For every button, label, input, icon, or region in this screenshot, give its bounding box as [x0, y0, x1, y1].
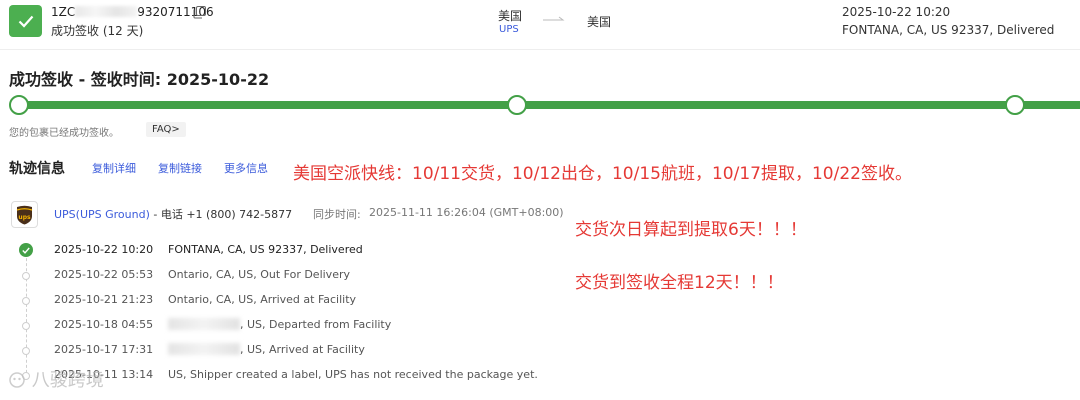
event-description: US, Shipper created a label, UPS has not…	[168, 368, 538, 381]
check-icon	[18, 15, 33, 28]
event-time: 2025-10-22 05:53	[54, 268, 154, 281]
progress-step-2	[507, 95, 527, 115]
tracking-number-prefix: 1ZC	[51, 5, 76, 19]
tracking-section-title: 轨迹信息	[9, 161, 65, 177]
latest-event-time: 2025-10-22 10:20	[842, 5, 951, 19]
small-check-icon	[22, 247, 30, 254]
destination-country: 美国	[587, 15, 612, 29]
event-description: FONTANA, CA, US 92337, Delivered	[168, 243, 363, 256]
progress-step-1	[9, 95, 29, 115]
event-description: , US, Arrived at Facility	[240, 343, 365, 356]
watermark: 八骏跨境	[8, 366, 104, 392]
sync-time-value: 2025-11-11 16:26:04 (GMT+08:00)	[369, 206, 564, 219]
event-time: 2025-10-18 04:55	[54, 318, 154, 331]
status-days: 成功签收 (12 天)	[51, 24, 144, 38]
copy-icon[interactable]	[193, 6, 206, 19]
svg-text:ups: ups	[18, 214, 31, 221]
shipment-header: 1ZC 9320711106 成功签收 (12 天) 美国 UPS 美国 2025…	[0, 0, 1080, 50]
redacted-location	[168, 343, 240, 355]
event-description: , US, Departed from Facility	[240, 318, 392, 331]
watermark-text: 八骏跨境	[31, 370, 104, 391]
progress-bar	[18, 101, 1080, 109]
annotation-pickup-days: 交货次日算起到提取6天！！！	[575, 220, 807, 240]
tracking-number[interactable]: 1ZC 9320711106	[51, 5, 214, 19]
progress-step-3	[1005, 95, 1025, 115]
more-info-link[interactable]: 更多信息	[224, 160, 268, 176]
ups-logo-icon: ups	[11, 201, 38, 228]
copy-link-link[interactable]: 复制链接	[158, 160, 202, 176]
timeline-dot	[22, 322, 30, 330]
annotation-timeline: 美国空派快线：10/11交货，10/12出仓，10/15航班，10/17提取，1…	[293, 164, 912, 184]
timeline-dot	[22, 347, 30, 355]
annotation-total-days: 交货到签收全程12天！！！	[575, 273, 784, 293]
watermark-logo-icon	[9, 372, 25, 388]
carrier-phone: - 电话 +1 (800) 742-5877	[149, 208, 293, 221]
event-time: 2025-10-21 21:23	[54, 293, 154, 306]
redacted-location	[168, 318, 240, 330]
carrier-service-link[interactable]: UPS(UPS Ground)	[54, 208, 150, 221]
tracking-number-redacted	[75, 6, 138, 17]
faq-button[interactable]: FAQ>	[146, 122, 186, 137]
origin-country: 美国	[498, 9, 523, 23]
latest-event-status: FONTANA, CA, US 92337, Delivered	[842, 23, 1055, 37]
event-time: 2025-10-22 10:20	[54, 243, 154, 256]
delivered-message: 您的包裹已经成功签收。	[9, 128, 119, 139]
ups-shield-icon: ups	[16, 205, 33, 224]
route-arrow-icon	[543, 16, 565, 21]
delivered-title: 成功签收 - 签收时间: 2025-10-22	[9, 70, 270, 89]
event-time: 2025-10-17 17:31	[54, 343, 154, 356]
delivered-status-icon	[9, 5, 42, 37]
carrier-name[interactable]: UPS	[499, 24, 519, 35]
timeline-dot	[22, 272, 30, 280]
event-description: Ontario, CA, US, Out For Delivery	[168, 268, 350, 281]
delivered-check-icon	[19, 243, 33, 257]
timeline-dot	[22, 297, 30, 305]
sync-time-label: 同步时间:	[313, 208, 361, 221]
carrier-info: UPS(UPS Ground) - 电话 +1 (800) 742-5877	[54, 206, 292, 222]
event-description: Ontario, CA, US, Arrived at Facility	[168, 293, 357, 306]
copy-details-link[interactable]: 复制详细	[92, 160, 136, 176]
